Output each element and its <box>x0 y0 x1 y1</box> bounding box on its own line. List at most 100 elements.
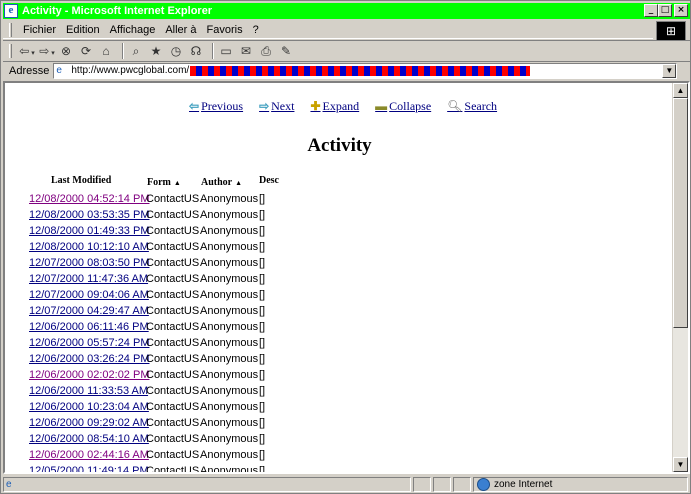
next-link[interactable]: ⇨ Next <box>259 99 294 114</box>
desc-cell: [] <box>259 449 266 461</box>
date-link[interactable]: 12/06/2000 09:29:02 AM <box>29 417 149 429</box>
search-link[interactable]: 🔍︎ Search <box>447 99 497 114</box>
close-icon[interactable]: × <box>674 4 688 17</box>
fullscreen-icon[interactable]: ▭ <box>218 43 234 59</box>
form-cell: ContactUS <box>146 273 200 285</box>
author-cell: Anonymous <box>200 209 259 221</box>
author-cell: Anonymous <box>200 337 259 349</box>
magnifier-icon: 🔍︎ <box>447 99 463 113</box>
scroll-thumb[interactable] <box>673 98 688 328</box>
address-bar: Adresse e http://www.pwcglobal.com/ ▼ <box>3 61 690 79</box>
form-cell: ContactUS <box>146 289 200 301</box>
activity-table: 12/08/2000 04:52:14 PM ContactUS Anonymous… <box>29 191 266 474</box>
scroll-down-icon[interactable]: ▼ <box>673 457 688 472</box>
view-navigation: ⇦ Previous ⇨ Next ✚ Expand ▬ Collapse 🔍︎ Sear… <box>189 99 513 114</box>
desc-cell: [] <box>259 209 266 221</box>
forward-icon[interactable]: ⇨ <box>38 43 54 59</box>
date-link[interactable]: 12/06/2000 02:02:02 PM <box>29 369 149 381</box>
favorites-icon[interactable]: ★ <box>148 43 164 59</box>
maximize-icon[interactable]: □ <box>658 4 672 17</box>
toolbar-grip[interactable] <box>9 43 12 58</box>
desc-cell: [] <box>259 385 266 397</box>
chevron-down-icon[interactable]: ▼ <box>662 63 677 78</box>
date-link[interactable]: 12/06/2000 11:33:53 AM <box>29 385 148 397</box>
date-link[interactable]: 12/06/2000 10:23:04 AM <box>29 401 149 413</box>
table-row: 12/08/2000 03:53:35 PM ContactUS Anonymous… <box>29 207 265 223</box>
previous-link[interactable]: ⇦ Previous <box>189 99 243 114</box>
date-link[interactable]: 12/05/2000 11:49:14 PM <box>29 465 149 472</box>
date-link[interactable]: 12/08/2000 03:53:35 PM <box>29 209 149 221</box>
author-cell: Anonymous <box>200 385 259 397</box>
desc-cell: [] <box>259 369 266 381</box>
date-link[interactable]: 12/07/2000 11:47:36 AM <box>29 273 148 285</box>
date-link[interactable]: 12/07/2000 09:04:06 AM <box>29 289 149 301</box>
date-link[interactable]: 12/06/2000 02:44:16 AM <box>29 449 149 461</box>
form-cell: ContactUS <box>146 193 200 205</box>
menu-aller-a[interactable]: Aller à <box>160 24 201 36</box>
header-form-label: Form <box>147 177 171 188</box>
mail-icon[interactable]: ✉ <box>238 43 254 59</box>
stop-icon[interactable]: ⊗ <box>58 43 74 59</box>
date-link[interactable]: 12/08/2000 01:49:33 PM <box>29 225 149 237</box>
date-link[interactable]: 12/06/2000 03:26:24 PM <box>29 353 149 365</box>
home-icon[interactable]: ⌂ <box>98 43 114 59</box>
date-link[interactable]: 12/07/2000 04:29:47 AM <box>29 305 149 317</box>
desc-cell: [] <box>259 241 266 253</box>
date-link[interactable]: 12/08/2000 10:12:10 AM <box>29 241 149 253</box>
search-icon[interactable]: ⌕ <box>128 43 144 59</box>
author-cell: Anonymous <box>200 305 259 317</box>
collapse-link[interactable]: ▬ Collapse <box>375 99 431 114</box>
menubar-grip[interactable] <box>9 22 12 37</box>
date-link[interactable]: 12/06/2000 06:11:46 PM <box>29 321 149 333</box>
date-link[interactable]: 12/08/2000 04:52:14 PM <box>29 193 149 205</box>
menu-affichage[interactable]: Affichage <box>105 24 161 36</box>
status-bar: e zone Internet <box>3 476 690 493</box>
menu-favoris[interactable]: Favoris <box>202 24 248 36</box>
menu-edition[interactable]: Edition <box>61 24 105 36</box>
author-cell: Anonymous <box>200 193 259 205</box>
date-link[interactable]: 12/06/2000 05:57:24 PM <box>29 337 149 349</box>
status-pane <box>413 477 431 492</box>
expand-link[interactable]: ✚ Expand <box>310 99 359 114</box>
channels-icon[interactable]: ☊ <box>188 43 204 59</box>
print-icon[interactable]: ⎙ <box>258 43 274 59</box>
content-viewport: ⇦ Previous ⇨ Next ✚ Expand ▬ Collapse 🔍︎ Sear… <box>3 81 690 474</box>
header-last-modified[interactable]: Last Modified <box>51 175 111 186</box>
address-label: Adresse <box>9 64 50 77</box>
form-cell: ContactUS <box>146 305 200 317</box>
form-cell: ContactUS <box>146 241 200 253</box>
form-cell: ContactUS <box>146 417 200 429</box>
form-cell: ContactUS <box>146 465 200 474</box>
title-bar[interactable]: e Activity - Microsoft Internet Explorer… <box>3 3 690 19</box>
desc-cell: [] <box>259 401 266 413</box>
minimize-icon[interactable]: _ <box>644 4 658 17</box>
menu-fichier[interactable]: Fichier <box>18 24 61 36</box>
scroll-up-icon[interactable]: ▲ <box>673 83 688 98</box>
window-title: Activity - Microsoft Internet Explorer <box>22 5 213 17</box>
author-cell: Anonymous <box>200 225 259 237</box>
form-cell: ContactUS <box>146 369 200 381</box>
desc-cell: [] <box>259 353 266 365</box>
header-author[interactable]: Author ▲ <box>201 177 242 188</box>
arrow-left-icon: ⇦ <box>189 99 200 113</box>
header-form[interactable]: Form ▲ <box>147 177 181 188</box>
table-row: 12/07/2000 08:03:50 PM ContactUS Anonymous… <box>29 255 265 271</box>
table-row: 12/06/2000 08:54:10 AM ContactUS Anonymous… <box>29 431 265 447</box>
edit-icon[interactable]: ✎ <box>278 43 294 59</box>
back-icon[interactable]: ⇦ <box>18 43 34 59</box>
refresh-icon[interactable]: ⟳ <box>78 43 94 59</box>
address-url[interactable]: http://www.pwcglobal.com/ <box>71 65 189 76</box>
history-icon[interactable]: ◷ <box>168 43 184 59</box>
author-cell: Anonymous <box>200 241 259 253</box>
vertical-scrollbar[interactable]: ▲ ▼ <box>672 83 688 472</box>
menu-help[interactable]: ? <box>248 24 264 36</box>
windows-logo-icon: ⊞ <box>656 21 686 41</box>
desc-cell: [] <box>259 433 266 445</box>
globe-icon <box>477 478 490 491</box>
menu-bar: Fichier Edition Affichage Aller à Favori… <box>3 21 653 39</box>
address-input[interactable]: e http://www.pwcglobal.com/ ▼ <box>53 62 678 79</box>
date-link[interactable]: 12/07/2000 08:03:50 PM <box>29 257 149 269</box>
date-link[interactable]: 12/06/2000 08:54:10 AM <box>29 433 149 445</box>
page-title: Activity <box>307 135 372 156</box>
form-cell: ContactUS <box>146 385 200 397</box>
